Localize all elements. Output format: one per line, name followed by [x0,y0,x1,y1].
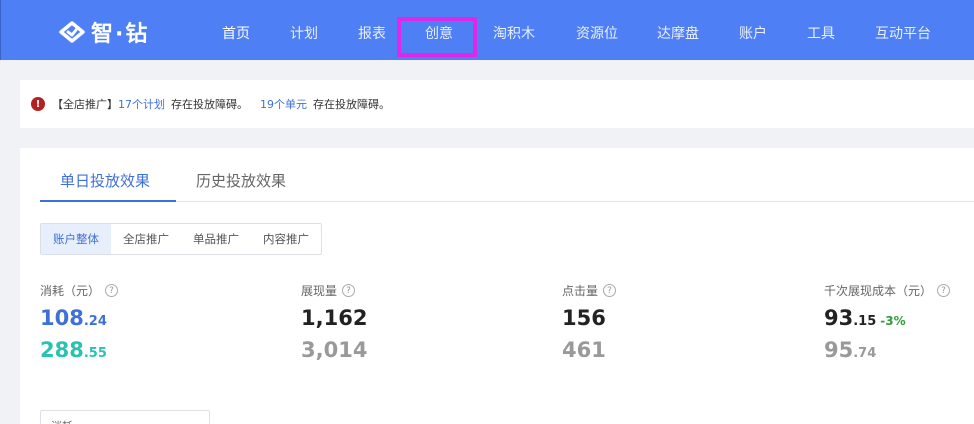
alert-prefix: 【全店推广】 [52,98,118,111]
metric-cost: 消耗（元）? 108.24 288.55 [40,282,119,362]
metric-previous-value: 3,014 [301,338,368,362]
filter-account-overall[interactable]: 账户整体 [41,224,111,254]
filter-content-promotion[interactable]: 内容推广 [251,224,321,254]
nav-creative[interactable]: 创意 [421,0,457,60]
metric-clicks: 点击量? 156 461 [562,282,617,362]
nav-plan[interactable]: 计划 [287,0,321,60]
performance-tabs: 单日投放效果 历史投放效果 [40,148,974,202]
metric-select[interactable]: 消耗 [40,410,210,424]
metric-impressions: 展现量? 1,162 3,014 [301,282,367,362]
metric-label: 千次展现成本（元） [824,284,933,298]
nav-resource-slot[interactable]: 资源位 [573,0,621,60]
nav-home[interactable]: 首页 [219,0,253,60]
unit-count-link[interactable]: 19个单元 [260,96,307,112]
delivery-alert: ! 【全店推广】 17个计划 存在投放障碍。 19个单元 存在投放障碍。 [20,80,974,128]
metric-current-value: 1,162 [301,306,368,330]
nav-account[interactable]: 账户 [736,0,770,60]
metric-label: 消耗（元） [40,284,101,298]
nav-damopan[interactable]: 达摩盘 [654,0,702,60]
alert-unit-text: 存在投放障碍。 [313,98,390,111]
help-icon[interactable]: ? [603,284,617,297]
metric-previous-value: 95.74 [824,338,877,362]
filter-item-promotion[interactable]: 单品推广 [181,224,251,254]
filter-store-promotion[interactable]: 全店推广 [111,224,181,254]
metric-change: -3% [880,314,906,328]
metric-label: 展现量 [301,284,338,298]
main-nav: 首页 计划 报表 创意 淘积木 资源位 达摩盘 账户 工具 互动平台 [1,0,974,60]
metric-previous-value: 461 [562,338,606,362]
metric-current-value: 156 [562,306,606,330]
help-icon[interactable]: ? [342,284,356,297]
metric-current-value: 93.15 -3% [824,306,906,330]
tab-history-performance[interactable]: 历史投放效果 [196,170,286,191]
nav-report[interactable]: 报表 [355,0,389,60]
nav-interactive-platform[interactable]: 互动平台 [872,0,934,60]
alert-plan-text: 存在投放障碍。 [171,98,248,111]
metric-label: 点击量 [562,284,599,298]
nav-taojimu[interactable]: 淘积木 [490,0,538,60]
metric-current-value: 108.24 [40,306,107,330]
scope-filter: 账户整体 全店推广 单品推广 内容推广 [40,223,322,255]
tab-daily-performance[interactable]: 单日投放效果 [60,170,150,191]
exclamation-icon: ! [31,97,45,111]
metric-cpm: 千次展现成本（元）? 93.15 -3% 95.74 [824,282,951,362]
top-navigation-bar: 智·钻 首页 计划 报表 创意 淘积木 资源位 达摩盘 账户 工具 互动平台 [0,0,974,60]
help-icon[interactable]: ? [937,284,951,297]
help-icon[interactable]: ? [105,284,119,297]
active-tab-underline [40,200,176,202]
metric-previous-value: 288.55 [40,338,107,362]
performance-panel: 单日投放效果 历史投放效果 账户整体 全店推广 单品推广 内容推广 消耗（元）?… [20,148,974,424]
plan-count-link[interactable]: 17个计划 [118,96,165,112]
nav-tools[interactable]: 工具 [804,0,838,60]
